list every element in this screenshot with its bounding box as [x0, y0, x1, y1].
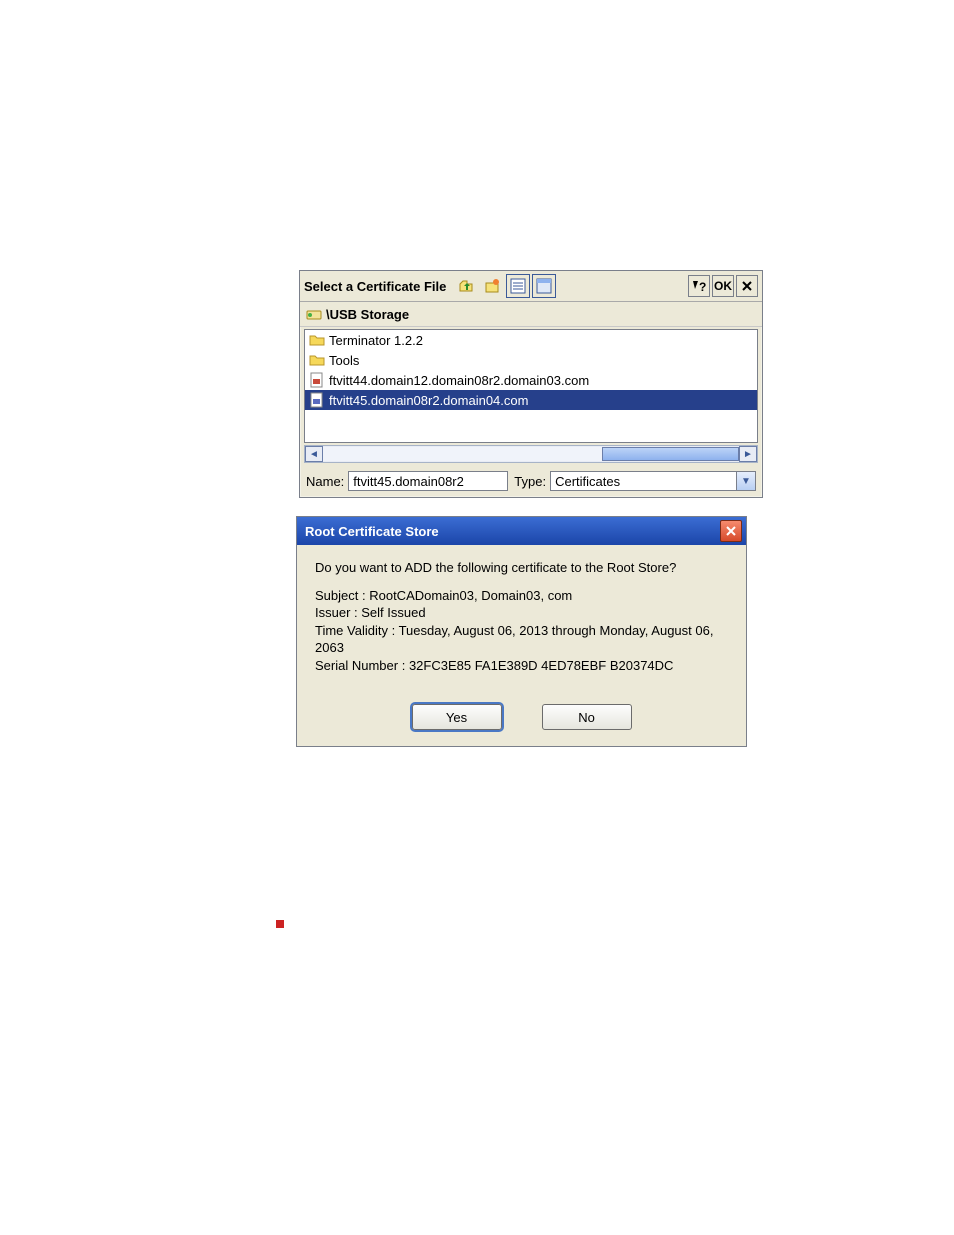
cert-file-icon	[309, 372, 325, 388]
cert-file-icon	[309, 392, 325, 408]
path-label: \USB Storage	[326, 307, 409, 322]
type-value: Certificates	[551, 474, 736, 489]
certificate-details: Subject : RootCADomain03, Domain03, com …	[315, 587, 728, 675]
name-label: Name:	[306, 474, 344, 489]
name-input[interactable]	[348, 471, 508, 491]
question-text: Do you want to ADD the following certifi…	[315, 559, 728, 577]
issuer-label: Issuer :	[315, 605, 358, 620]
type-label: Type:	[514, 474, 546, 489]
issuer-value: Self Issued	[361, 605, 425, 620]
up-folder-icon[interactable]	[454, 274, 478, 298]
close-button[interactable]	[720, 520, 742, 542]
dialog-body: Do you want to ADD the following certifi…	[297, 545, 746, 694]
scroll-left-icon[interactable]: ◄	[305, 446, 323, 462]
serial-value: 32FC3E85 FA1E389D 4ED78EBF B20374DC	[409, 658, 674, 673]
button-row: Yes No	[297, 694, 746, 746]
list-item-label: ftvitt44.domain12.domain08r2.domain03.co…	[329, 373, 589, 388]
file-list[interactable]: Terminator 1.2.2 Tools ftvitt44.domain12…	[304, 329, 758, 443]
list-item[interactable]: ftvitt44.domain12.domain08r2.domain03.co…	[305, 370, 757, 390]
scroll-track[interactable]	[323, 447, 739, 461]
details-view-icon[interactable]	[532, 274, 556, 298]
dialog-title: Select a Certificate File	[304, 279, 452, 294]
list-item-label: Terminator 1.2.2	[329, 333, 423, 348]
subject-value: RootCADomain03, Domain03, com	[369, 588, 572, 603]
list-item[interactable]: ftvitt45.domain08r2.domain04.com	[305, 390, 757, 410]
marker-icon	[276, 920, 284, 928]
list-item-label: Tools	[329, 353, 359, 368]
folder-icon	[309, 352, 325, 368]
horizontal-scrollbar[interactable]: ◄ ►	[304, 445, 758, 463]
subject-label: Subject :	[315, 588, 366, 603]
root-certificate-store-dialog: Root Certificate Store Do you want to AD…	[296, 516, 747, 747]
list-item[interactable]: Terminator 1.2.2	[305, 330, 757, 350]
dropdown-arrow-icon[interactable]: ▼	[736, 472, 755, 490]
ok-button[interactable]: OK	[712, 275, 734, 297]
list-item-label: ftvitt45.domain08r2.domain04.com	[329, 393, 528, 408]
validity-label: Time Validity :	[315, 623, 395, 638]
close-button[interactable]	[736, 275, 758, 297]
type-select[interactable]: Certificates ▼	[550, 471, 756, 491]
titlebar: Select a Certificate File ? OK	[300, 271, 762, 302]
context-help-button[interactable]: ?	[688, 275, 710, 297]
scroll-thumb[interactable]	[602, 447, 739, 461]
list-view-icon[interactable]	[506, 274, 530, 298]
path-bar: \USB Storage	[300, 302, 762, 327]
folder-icon	[309, 332, 325, 348]
no-button[interactable]: No	[542, 704, 632, 730]
serial-label: Serial Number :	[315, 658, 405, 673]
new-folder-icon[interactable]	[480, 274, 504, 298]
yes-button[interactable]: Yes	[412, 704, 502, 730]
list-item[interactable]: Tools	[305, 350, 757, 370]
scroll-right-icon[interactable]: ►	[739, 446, 757, 462]
svg-text:?: ?	[699, 280, 706, 293]
select-certificate-file-dialog: Select a Certificate File ? OK \USB Stor…	[299, 270, 763, 498]
dialog-title: Root Certificate Store	[305, 524, 720, 539]
footer-row: Name: Type: Certificates ▼	[300, 467, 762, 497]
titlebar: Root Certificate Store	[297, 517, 746, 545]
storage-icon	[306, 306, 322, 322]
